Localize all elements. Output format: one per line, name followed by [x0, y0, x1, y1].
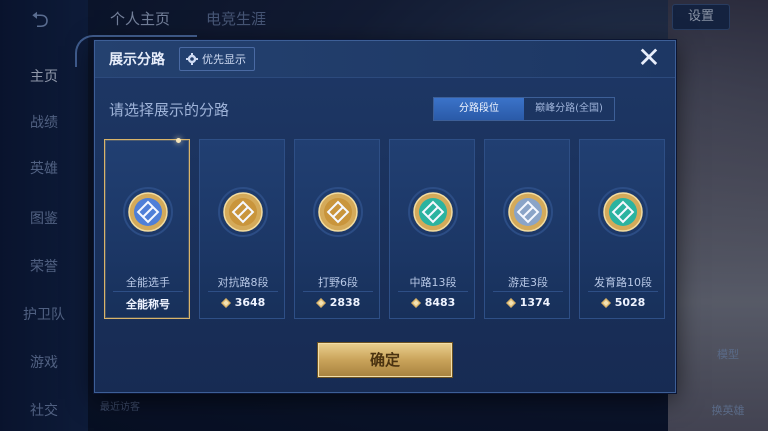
lane-card-value: 8483: [390, 296, 476, 309]
toggle-peak-lane[interactable]: 巅峰分路(全国): [524, 98, 614, 120]
lane-card-name: 游走3段: [508, 276, 548, 289]
lane-card-name: 全能选手: [126, 276, 170, 289]
dialog-header: 展示分路 优先显示 ✕: [95, 41, 675, 78]
lane-card-value: 1374: [485, 296, 571, 309]
priority-display-label: 优先显示: [202, 53, 246, 66]
divider: [588, 291, 658, 292]
lane-card-value: 3648: [200, 296, 286, 309]
all-round-emblem-icon: [123, 187, 173, 237]
gear-icon: [186, 53, 198, 65]
divider: [493, 291, 563, 292]
lane-card-value-text: 2838: [329, 296, 361, 309]
lane-card[interactable]: 全能选手 全能称号: [104, 138, 191, 319]
lane-mode-toggle: 分路段位 巅峰分路(全国): [433, 97, 615, 121]
confirm-button[interactable]: 确定: [318, 343, 452, 377]
divider: [113, 291, 183, 292]
priority-display-button[interactable]: 优先显示: [179, 47, 255, 71]
lane-card-name: 发育路10段: [594, 276, 652, 289]
lane-card-name: 中路13段: [409, 276, 457, 289]
lane-card-value: 5028: [580, 296, 666, 309]
lane-card-list: 全能选手 全能称号 对抗路8段 3648 打野6段 2838 中路13段 8483 游走3段 13…: [104, 138, 666, 319]
lane-card-value-text: 8483: [424, 296, 456, 309]
lane-card-value-text: 全能称号: [126, 298, 170, 311]
lane-card[interactable]: 游走3段 1374: [484, 139, 570, 319]
rank-points-icon: [315, 297, 326, 308]
rank-points-icon: [600, 297, 611, 308]
divider: [303, 291, 373, 292]
dialog-title: 展示分路: [109, 52, 165, 68]
close-icon[interactable]: ✕: [635, 44, 663, 73]
farm-lane-emblem-icon: [598, 187, 648, 237]
lane-card[interactable]: 中路13段 8483: [389, 139, 475, 319]
lane-card-name: 对抗路8段: [217, 276, 269, 289]
lane-card-value-text: 1374: [519, 296, 551, 309]
lane-card[interactable]: 发育路10段 5028: [579, 139, 665, 319]
rank-points-icon: [505, 297, 516, 308]
lane-card[interactable]: 对抗路8段 3648: [199, 139, 285, 319]
lane-card-value: 2838: [295, 296, 381, 309]
lane-card-value-text: 3648: [234, 296, 266, 309]
rank-points-icon: [410, 297, 421, 308]
lane-card[interactable]: 打野6段 2838: [294, 139, 380, 319]
rank-points-icon: [220, 297, 231, 308]
lane-card-value-text: 5028: [614, 296, 646, 309]
toggle-lane-rank[interactable]: 分路段位: [434, 98, 524, 120]
clash-lane-emblem-icon: [218, 187, 268, 237]
lane-card-name: 打野6段: [318, 276, 358, 289]
dialog-subtitle: 请选择展示的分路: [109, 101, 230, 119]
mid-lane-emblem-icon: [408, 187, 458, 237]
roam-emblem-icon: [503, 187, 553, 237]
divider: [398, 291, 468, 292]
jungle-emblem-icon: [313, 187, 363, 237]
lane-card-value: 全能称号: [105, 296, 191, 312]
display-lane-dialog: 展示分路 优先显示 ✕ 请选择展示的分路 分路段位 巅峰分路(全国) 全能选手全…: [75, 35, 676, 393]
divider: [208, 291, 278, 292]
